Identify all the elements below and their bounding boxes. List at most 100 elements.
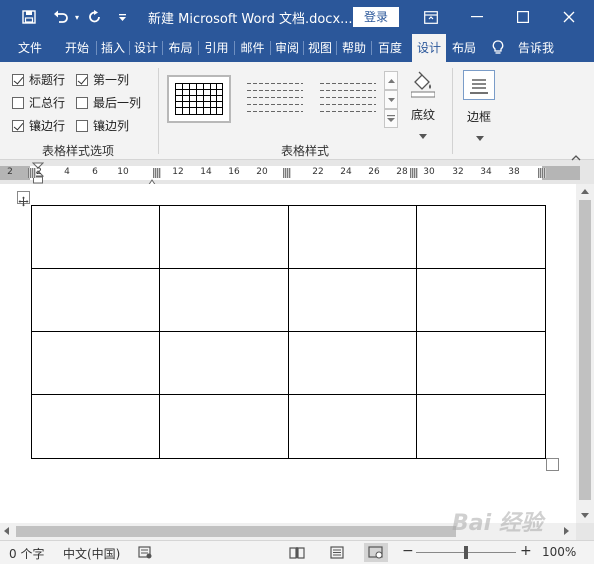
- table-cell[interactable]: [31, 331, 160, 395]
- ruler-label: 12: [172, 167, 184, 177]
- table-cell[interactable]: [416, 205, 546, 269]
- macro-record-icon[interactable]: [138, 546, 152, 562]
- tab-table-layout[interactable]: 布局: [448, 34, 480, 62]
- horizontal-ruler[interactable]: 2 2 4 6 10 12 14 16 20 22 24 26 28 30 32…: [0, 162, 580, 187]
- checkbox-icon[interactable]: [12, 119, 24, 132]
- print-layout-icon[interactable]: [330, 546, 344, 562]
- gallery-more-icon[interactable]: [384, 109, 398, 128]
- tab-home[interactable]: 开始: [58, 34, 96, 62]
- table-style-grid[interactable]: [167, 75, 231, 123]
- redo-icon[interactable]: [84, 6, 106, 28]
- gallery-scroll-up-icon[interactable]: [384, 71, 398, 90]
- borders-button[interactable]: 边框: [460, 68, 500, 141]
- document-table[interactable]: [31, 205, 546, 459]
- tab-design[interactable]: 设计: [130, 34, 162, 62]
- table-cell[interactable]: [416, 268, 546, 332]
- checkbox-last-column[interactable]: 最后一列: [76, 94, 141, 111]
- ruler-margin-right: [542, 166, 580, 180]
- tab-review[interactable]: 审阅: [271, 34, 303, 62]
- scroll-left-icon[interactable]: [4, 527, 9, 537]
- zoom-level[interactable]: 100%: [542, 545, 576, 559]
- table-cell[interactable]: [288, 331, 417, 395]
- lightbulb-icon[interactable]: [488, 34, 508, 62]
- table-cell[interactable]: [31, 268, 160, 332]
- checkbox-banded-columns[interactable]: 镶边列: [76, 117, 129, 134]
- zoom-out-button[interactable]: −: [402, 543, 414, 559]
- ruler-label: 22: [312, 167, 324, 177]
- ruler-label: 10: [117, 167, 129, 177]
- checkbox-banded-rows[interactable]: 镶边行: [12, 117, 65, 134]
- tab-table-design[interactable]: 设计: [412, 34, 446, 62]
- word-count[interactable]: 0 个字: [9, 545, 44, 562]
- save-icon[interactable]: [18, 6, 40, 28]
- undo-dropdown-icon[interactable]: ▾: [72, 6, 82, 28]
- scroll-down-icon[interactable]: [576, 511, 594, 520]
- tab-layout[interactable]: 布局: [163, 34, 198, 62]
- checkbox-total-row[interactable]: 汇总行: [12, 94, 65, 111]
- close-icon[interactable]: [546, 0, 592, 34]
- borders-label: 边框: [466, 110, 491, 124]
- scroll-up-icon[interactable]: [576, 187, 594, 196]
- zoom-in-button[interactable]: +: [520, 543, 532, 559]
- tab-insert[interactable]: 插入: [97, 34, 129, 62]
- table-cell[interactable]: [31, 205, 160, 269]
- table-style-light[interactable]: [316, 75, 380, 123]
- table-cell[interactable]: [288, 205, 417, 269]
- maximize-icon[interactable]: [500, 0, 546, 34]
- zoom-slider-thumb[interactable]: [464, 546, 468, 559]
- table-cell[interactable]: [288, 394, 417, 459]
- checkbox-icon[interactable]: [76, 119, 88, 132]
- table-resize-handle-icon[interactable]: [546, 458, 559, 471]
- web-layout-icon[interactable]: [364, 543, 388, 562]
- scroll-right-icon[interactable]: [564, 527, 569, 537]
- checkbox-label: 标题行: [29, 73, 66, 87]
- checkbox-icon[interactable]: [76, 96, 88, 109]
- table-cell[interactable]: [159, 394, 289, 459]
- customize-qat-icon[interactable]: [114, 6, 130, 28]
- vertical-scrollbar[interactable]: [576, 184, 594, 523]
- table-cell[interactable]: [159, 268, 289, 332]
- ruler-label: 16: [228, 167, 240, 177]
- word-window: ▾ 新建 Microsoft Word 文档.docx... 登录 文件 开始 …: [0, 0, 594, 564]
- table-cell[interactable]: [288, 268, 417, 332]
- ruler-label: 28: [396, 167, 408, 177]
- tell-me-search[interactable]: 告诉我: [512, 34, 560, 62]
- ribbon-display-icon[interactable]: [408, 0, 454, 34]
- checkbox-icon[interactable]: [12, 96, 24, 109]
- tab-baidu[interactable]: 百度: [372, 34, 408, 62]
- table-cell[interactable]: [159, 205, 289, 269]
- checkbox-header-row[interactable]: 标题行: [12, 71, 65, 88]
- group-label-style-options: 表格样式选项: [41, 144, 114, 158]
- ruler-label: 38: [508, 167, 520, 177]
- chevron-down-icon: [476, 126, 484, 145]
- tab-file[interactable]: 文件: [8, 34, 52, 62]
- checkbox-icon[interactable]: [12, 73, 24, 86]
- ruler-label: 2: [7, 167, 13, 177]
- column-marker[interactable]: [538, 168, 546, 178]
- undo-icon[interactable]: [50, 6, 72, 28]
- shading-button[interactable]: 底纹: [404, 68, 442, 140]
- table-cell[interactable]: [416, 394, 546, 459]
- checkbox-first-column[interactable]: 第一列: [76, 71, 129, 88]
- ruler-label: 34: [480, 167, 492, 177]
- tab-mailings[interactable]: 邮件: [235, 34, 270, 62]
- tab-help[interactable]: 帮助: [337, 34, 371, 62]
- tab-references[interactable]: 引用: [199, 34, 234, 62]
- login-button[interactable]: 登录: [353, 7, 399, 27]
- table-cell[interactable]: [31, 394, 160, 459]
- ruler-label: 30: [423, 167, 435, 177]
- column-marker[interactable]: [283, 168, 291, 178]
- table-cell[interactable]: [416, 331, 546, 395]
- table-move-handle-icon[interactable]: [17, 191, 30, 207]
- read-mode-icon[interactable]: [289, 546, 305, 562]
- table-cell[interactable]: [159, 331, 289, 395]
- gallery-scroll-down-icon[interactable]: [384, 90, 398, 109]
- minimize-icon[interactable]: [454, 0, 500, 34]
- horizontal-scroll-thumb[interactable]: [16, 526, 456, 537]
- checkbox-label: 第一列: [93, 73, 130, 87]
- tab-view[interactable]: 视图: [304, 34, 336, 62]
- checkbox-icon[interactable]: [76, 73, 88, 86]
- scroll-thumb[interactable]: [579, 200, 591, 500]
- table-style-plain[interactable]: [243, 75, 307, 123]
- language-indicator[interactable]: 中文(中国): [63, 545, 120, 562]
